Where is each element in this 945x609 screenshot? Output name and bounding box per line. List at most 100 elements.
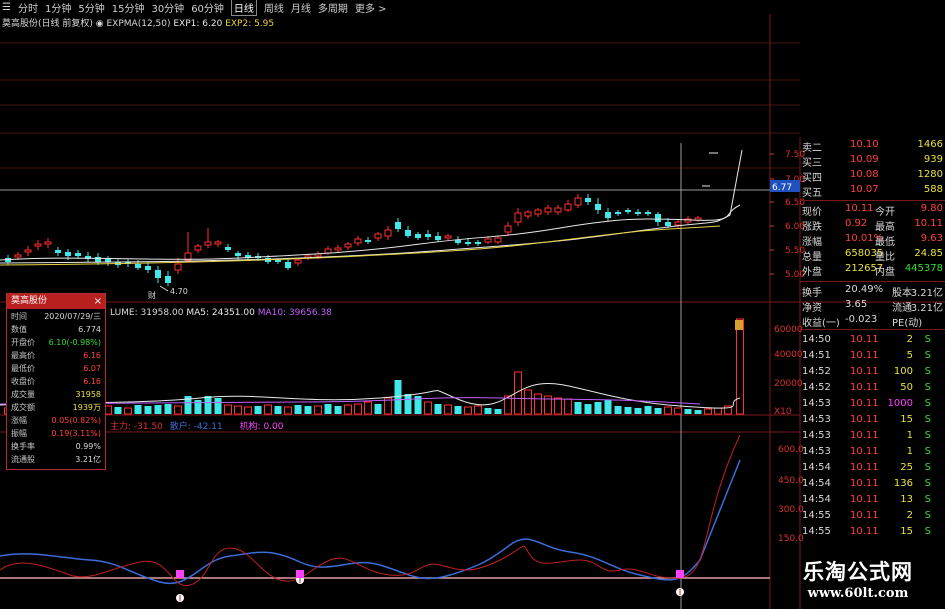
turnover-value: -0.023 xyxy=(845,314,878,325)
popup-row-value: 6.10(-0.98%) xyxy=(48,338,101,347)
candle-body xyxy=(514,212,522,223)
volume-bar xyxy=(574,402,582,414)
volume-bar xyxy=(114,407,122,414)
popup-row-value: 3.21亿 xyxy=(75,455,101,464)
popup-title-bar[interactable]: 莫高股份 × xyxy=(7,294,105,309)
tick-time: 14:51 xyxy=(802,350,831,361)
axis-labels: 4.70财7.507.006.506.005.505.006.776000040… xyxy=(148,150,805,544)
tick-time: 14:54 xyxy=(802,478,831,489)
order-volume: 588 xyxy=(923,184,943,195)
tick-price: 10.11 xyxy=(850,398,879,409)
stat-value: 10.11 xyxy=(845,203,874,214)
candle-body xyxy=(135,264,141,268)
tick-side: S xyxy=(924,430,931,441)
close-icon[interactable]: × xyxy=(94,294,102,309)
candle-body xyxy=(524,211,532,217)
popup-row-value: 1939万 xyxy=(72,403,101,412)
candle-body xyxy=(95,257,101,262)
stat-label: 现价 xyxy=(802,207,822,218)
popup-row-value: 0.99% xyxy=(75,442,101,451)
candle-body xyxy=(455,240,461,243)
volume-bar xyxy=(254,406,262,414)
popup-row-label: 数值 xyxy=(11,325,27,334)
tick-price: 10.11 xyxy=(850,366,879,377)
popup-row-label: 涨幅 xyxy=(11,416,27,425)
candle-body xyxy=(204,241,212,246)
popup-row: 成交量 31958 xyxy=(7,389,105,400)
candle-body xyxy=(334,247,342,251)
tick-price: 10.11 xyxy=(850,446,879,457)
volume-bar xyxy=(344,404,352,415)
candle-body xyxy=(475,242,481,244)
volume-bar xyxy=(314,405,322,415)
popup-row: 收盘价 6.16 xyxy=(7,376,105,387)
order-price: 10.08 xyxy=(850,169,879,180)
volume-bar xyxy=(634,408,642,414)
candle-body xyxy=(605,212,611,218)
candle-body xyxy=(44,241,52,245)
candle-body xyxy=(635,212,641,214)
popup-row-label: 流通股 xyxy=(11,455,35,464)
tick-row: 14:53 10.11 15 S xyxy=(800,414,945,428)
candle-body xyxy=(24,249,32,253)
volume-ma5: MA5: 24351.00 xyxy=(186,308,255,318)
tick-price: 10.11 xyxy=(850,510,879,521)
tick-side: S xyxy=(924,462,931,473)
tick-time: 14:55 xyxy=(802,510,831,521)
stat-row: 涨幅 10.01% 最低 9.63 xyxy=(800,233,945,248)
turnover-label: 股本 xyxy=(892,288,912,299)
tick-time: 14:53 xyxy=(802,430,831,441)
tick-volume: 25 xyxy=(900,462,913,473)
moving-average-lines xyxy=(0,149,743,266)
tick-side: S xyxy=(924,398,931,409)
candle-body xyxy=(585,198,591,202)
site-watermark: 乐淘公式网 www.60lt.com xyxy=(778,556,938,604)
volume-bar xyxy=(174,405,182,415)
candle-body xyxy=(285,262,291,268)
popup-row-label: 最低价 xyxy=(11,364,35,373)
stat-label: 内盘 xyxy=(875,267,895,278)
candle-body xyxy=(554,207,562,213)
popup-row-value: 2020/07/29/三 xyxy=(44,312,101,321)
candle-body xyxy=(665,222,671,226)
candle-body xyxy=(275,260,281,262)
stat-label: 量比 xyxy=(875,252,895,263)
tick-time: 14:53 xyxy=(802,414,831,425)
tick-volume: 2 xyxy=(906,334,913,345)
candle-body xyxy=(374,233,382,239)
popup-row-value: 6.16 xyxy=(83,377,101,386)
popup-row: 换手率 0.99% xyxy=(7,441,105,452)
volume-bar xyxy=(244,406,252,415)
data-window-popup[interactable]: 莫高股份 × 时间 2020/07/29/三 数值 6.774 开盘价 6.10(-0.9… xyxy=(6,293,106,470)
tick-row: 14:52 10.11 100 S xyxy=(800,366,945,380)
volume-bar xyxy=(554,397,562,415)
order-book-row: 买五 10.07 588 xyxy=(800,184,945,199)
volume-bar xyxy=(484,408,492,414)
volume-bar xyxy=(164,404,172,414)
volume-bar xyxy=(464,406,472,415)
candle-body xyxy=(444,235,452,239)
turnover-label: 换手 xyxy=(802,288,822,299)
tick-volume: 136 xyxy=(893,478,913,489)
volume-bar xyxy=(274,406,282,414)
volume-bar xyxy=(644,406,652,414)
candle-body xyxy=(645,212,651,214)
volume-bar xyxy=(144,406,152,414)
popup-row-value: 31958 xyxy=(75,390,101,399)
quote-divider xyxy=(800,200,945,201)
popup-row-value: 0.05(0.82%) xyxy=(51,416,101,425)
popup-row-label: 最高价 xyxy=(11,351,35,360)
popup-row-label: 成交量 xyxy=(11,390,35,399)
tick-volume: 5 xyxy=(906,350,913,361)
tick-volume: 15 xyxy=(900,414,913,425)
tick-volume: 50 xyxy=(900,382,913,393)
turnover-value: 3.65 xyxy=(845,299,868,310)
stat-value: 0.92 xyxy=(845,218,868,229)
volume-bar xyxy=(264,404,272,415)
volume-axis-label: 40000 xyxy=(774,350,803,360)
stat-row: 现价 10.11 今开 9.80 xyxy=(800,203,945,218)
volume-bar xyxy=(474,405,482,415)
volume-axis-label: 20000 xyxy=(774,379,803,389)
order-volume: 939 xyxy=(923,154,943,165)
tick-time: 14:55 xyxy=(802,526,831,537)
